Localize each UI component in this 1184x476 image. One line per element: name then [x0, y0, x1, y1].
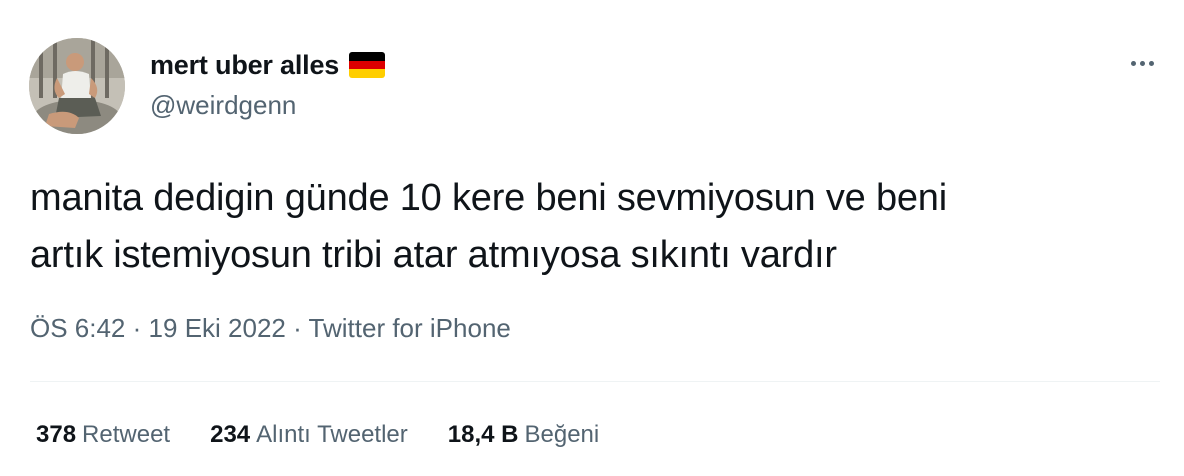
- more-options-icon[interactable]: [1124, 50, 1160, 76]
- germany-flag-icon: [349, 52, 386, 78]
- divider: [30, 381, 1160, 382]
- avatar-photo: [29, 38, 125, 134]
- retweet-count: 378: [36, 421, 77, 448]
- meta-separator: ·: [133, 313, 149, 343]
- user-handle[interactable]: @weirdgenn: [150, 90, 296, 121]
- flag-stripe-gold: [349, 69, 386, 78]
- tweet-stats: 378 Retweet 234 Alıntı Tweetler 18,4 B Beğe…: [36, 421, 639, 449]
- more-dot: [1130, 60, 1136, 66]
- tweet-meta: ÖS 6:42 · 19 Eki 2022 · Twitter for iPho…: [30, 313, 511, 344]
- tweet-date[interactable]: 19 Eki 2022: [149, 313, 286, 343]
- quote-tweet-label: Alıntı Tweetler: [256, 421, 408, 448]
- quote-tweet-count: 234: [210, 421, 251, 448]
- meta-separator: ·: [293, 313, 308, 343]
- tweet-card: mert uber alles @weirdgenn manita dedigi…: [0, 0, 1184, 476]
- tweet-text-line: manita dedigin günde 10 kere beni sevmiy…: [30, 177, 947, 219]
- like-count: 18,4 B: [447, 421, 519, 448]
- tweet-text-line: artık istemiyosun tribi atar atmıyosa sı…: [30, 234, 837, 276]
- more-dot: [1139, 60, 1145, 66]
- like-label: Beğeni: [524, 421, 600, 448]
- avatar[interactable]: [29, 38, 125, 134]
- retweet-stat[interactable]: 378 Retweet: [36, 421, 170, 449]
- display-name[interactable]: mert uber alles: [150, 50, 339, 81]
- tweet-source[interactable]: Twitter for iPhone: [309, 313, 511, 343]
- flag-stripe-red: [349, 60, 386, 70]
- author-name-row[interactable]: mert uber alles: [150, 48, 386, 82]
- retweet-label: Retweet: [82, 421, 171, 448]
- separator-dot: ·: [132, 313, 142, 343]
- tweet-time[interactable]: ÖS 6:42: [30, 313, 125, 343]
- tweet-text: manita dedigin günde 10 kere beni sevmiy…: [30, 170, 1160, 284]
- quote-tweet-stat[interactable]: 234 Alıntı Tweetler: [210, 421, 408, 449]
- like-stat[interactable]: 18,4 B Beğeni: [448, 421, 599, 449]
- separator-dot: ·: [293, 313, 302, 343]
- more-dot: [1148, 60, 1154, 66]
- flag-stripe-black: [349, 52, 386, 61]
